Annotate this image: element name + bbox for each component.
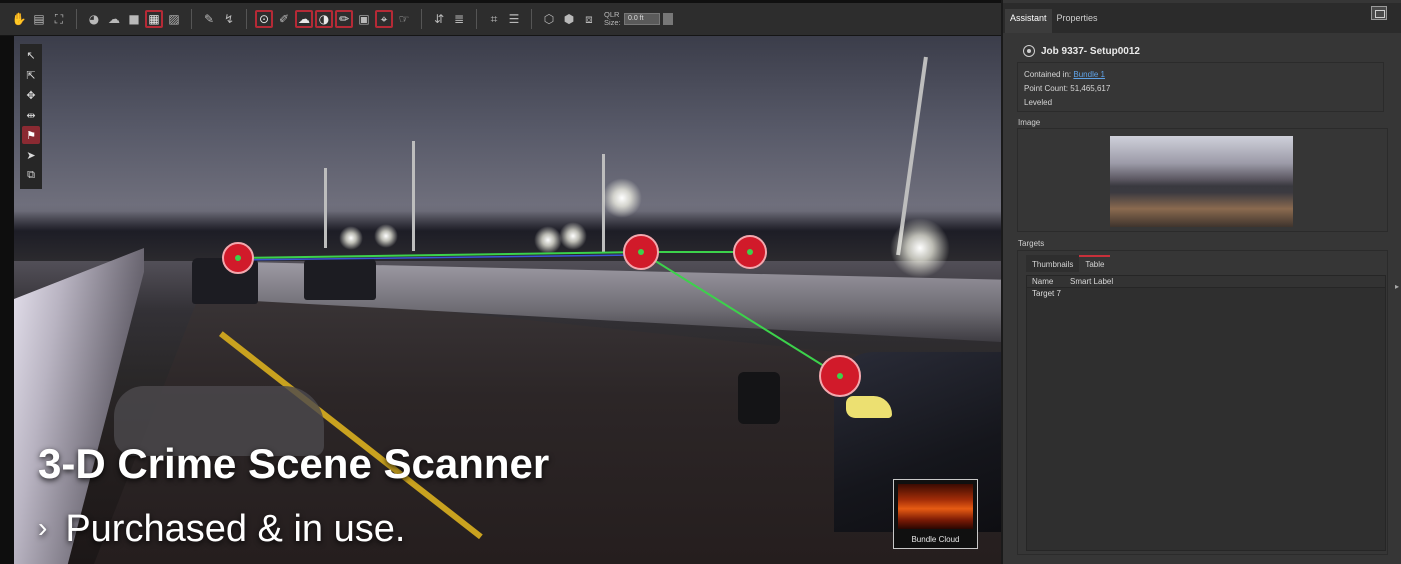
- table-header: Name Smart Label: [1027, 276, 1385, 288]
- qlr-size-label: QLR Size:: [604, 10, 621, 27]
- panorama-thumbnail[interactable]: [1110, 136, 1293, 227]
- point-count-label: Point Count:: [1024, 84, 1069, 93]
- point-count-row: Point Count: 51,465,617: [1024, 84, 1110, 93]
- job-title-text: Job 9337- Setup0012: [1041, 45, 1140, 57]
- tag-icon[interactable]: ✐: [275, 10, 293, 28]
- subline: › Purchased & in use.: [38, 508, 405, 551]
- square-icon[interactable]: ■: [125, 10, 143, 28]
- panel-tabs: Assistant Properties: [1003, 3, 1401, 33]
- box-icon[interactable]: ⬡: [540, 10, 558, 28]
- axis-icon[interactable]: ⇵: [430, 10, 448, 28]
- bundle-cloud-thumbnail[interactable]: Bundle Cloud: [893, 479, 978, 549]
- target-person-icon[interactable]: ⚑: [22, 126, 40, 144]
- tab-table[interactable]: Table: [1079, 255, 1111, 272]
- select-add-icon[interactable]: ⇱: [22, 66, 40, 84]
- bundle-cloud-label: Bundle Cloud: [911, 535, 960, 544]
- hand-icon[interactable]: ✋: [10, 10, 28, 28]
- toolbar-divider: [421, 9, 422, 29]
- column-name[interactable]: Name: [1027, 276, 1065, 287]
- bullet-chevron: ›: [38, 512, 48, 543]
- box-qlr-icon[interactable]: ⧈: [580, 10, 598, 28]
- targets-section: Thumbnails Table Name Smart Label Target…: [1017, 250, 1388, 555]
- fit-icon[interactable]: ⇹: [22, 106, 40, 124]
- toolbar-divider: [76, 9, 77, 29]
- point-count-value: 51,465,617: [1070, 84, 1111, 93]
- move-icon[interactable]: ✥: [22, 86, 40, 104]
- targets-tabs: Thumbnails Table: [1026, 255, 1111, 272]
- qlr-size-spinner[interactable]: [663, 13, 673, 25]
- toolbar-divider: [531, 9, 532, 29]
- target-icon[interactable]: ⊙: [255, 10, 273, 28]
- pencil-icon[interactable]: ✏: [335, 10, 353, 28]
- headline: 3-D Crime Scene Scanner: [38, 440, 550, 487]
- toolbar-divider: [476, 9, 477, 29]
- image-icon[interactable]: ▨: [165, 10, 183, 28]
- table-row[interactable]: Target 7: [1027, 288, 1385, 300]
- scan-marker[interactable]: [222, 242, 254, 274]
- tab-assistant[interactable]: Assistant: [1005, 9, 1052, 33]
- contained-label: Contained in:: [1024, 70, 1072, 79]
- subline-text: Purchased & in use.: [65, 508, 406, 550]
- scan-marker[interactable]: [819, 355, 861, 397]
- menu-icon[interactable]: ☰: [505, 10, 523, 28]
- viewport-left-edge: [0, 36, 14, 564]
- top-toolbar: ✋ ▤ ⛶ ◕ ☁ ■ ▦ ▨ ✎ ↯ ⊙ ✐ ☁ ◑ ✏ ▣ ⌖ ☞ ⇵ ≣ …: [0, 0, 1001, 36]
- job-title: Job 9337- Setup0012: [1023, 45, 1140, 57]
- view-tools: ↖ ⇱ ✥ ⇹ ⚑ ➤ ⧉: [20, 44, 42, 189]
- stack-icon[interactable]: ≣: [450, 10, 468, 28]
- scan-icon[interactable]: ◕: [85, 10, 103, 28]
- image-section: [1017, 128, 1388, 232]
- targets-section-label: Targets: [1018, 239, 1045, 248]
- toolbar-divider: [191, 9, 192, 29]
- job-info: Contained in: Bundle 1 Point Count: 51,4…: [1017, 62, 1384, 112]
- leveled-status: Leveled: [1024, 98, 1053, 107]
- pointer-icon[interactable]: ↯: [220, 10, 238, 28]
- scan-setup-icon: [1023, 45, 1035, 57]
- cloud-target-icon[interactable]: ☁: [295, 10, 313, 28]
- hand-point-icon[interactable]: ☞: [395, 10, 413, 28]
- camera-icon[interactable]: ▣: [355, 10, 373, 28]
- cube-icon[interactable]: ⧉: [22, 166, 40, 184]
- box-split-icon[interactable]: ⬢: [560, 10, 578, 28]
- tab-properties[interactable]: Properties: [1052, 9, 1103, 33]
- select-arrow-icon[interactable]: ↖: [22, 46, 40, 64]
- zoom-region-icon[interactable]: ⛶: [50, 10, 68, 28]
- maximize-icon[interactable]: [1371, 6, 1387, 20]
- pin-icon[interactable]: ⌖: [375, 10, 393, 28]
- image-section-label: Image: [1018, 118, 1041, 127]
- pan-icon[interactable]: ▤: [30, 10, 48, 28]
- collapse-arrow-icon[interactable]: ▸: [1395, 282, 1399, 291]
- bundle-link[interactable]: Bundle 1: [1073, 70, 1105, 79]
- qlr-size-input[interactable]: 0.0 ft: [624, 13, 660, 25]
- scan-marker[interactable]: [623, 234, 659, 270]
- measure-icon[interactable]: ✎: [200, 10, 218, 28]
- scan-marker[interactable]: [733, 235, 767, 269]
- cloud-icon[interactable]: ☁: [105, 10, 123, 28]
- tab-thumbnails[interactable]: Thumbnails: [1026, 255, 1080, 272]
- toolbar-divider: [246, 9, 247, 29]
- targets-table: Name Smart Label Target 7: [1026, 275, 1386, 551]
- sphere-icon[interactable]: ◑: [315, 10, 333, 28]
- grid-icon[interactable]: ▦: [145, 10, 163, 28]
- register-icon[interactable]: ⌗: [485, 10, 503, 28]
- bundle-cloud-preview: [898, 484, 973, 529]
- navigate-icon[interactable]: ➤: [22, 146, 40, 164]
- assistant-panel: Assistant Properties Job 9337- Setup0012…: [1001, 0, 1401, 564]
- contained-in-row: Contained in: Bundle 1: [1024, 70, 1105, 79]
- column-smart-label[interactable]: Smart Label: [1065, 276, 1113, 287]
